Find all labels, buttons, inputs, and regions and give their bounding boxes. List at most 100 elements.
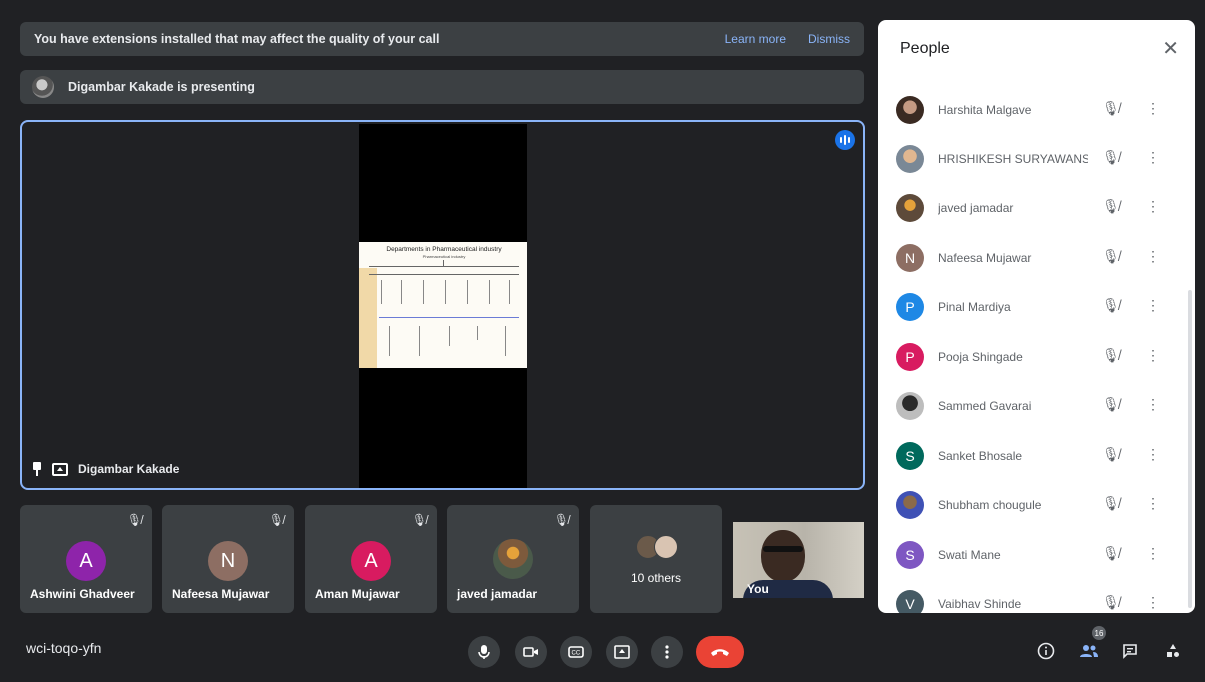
mic-off-icon: 🎙︎̸ <box>1102 545 1120 561</box>
more-vert-icon[interactable]: ⋮ <box>1146 248 1160 265</box>
list-item[interactable]: V Vaibhav Shinde 🎙︎̸ ⋮ <box>878 584 1183 613</box>
bottom-bar: wci-toqo-yfn CC 16 <box>0 622 1205 682</box>
list-item[interactable]: Harshita Malgave 🎙︎̸ ⋮ <box>878 90 1183 130</box>
meeting-code: wci-toqo-yfn <box>26 640 102 656</box>
people-panel: People ✕ Harshita Malgave 🎙︎̸ ⋮ HRISHIKESH… <box>878 20 1195 613</box>
avatar: A <box>66 541 106 581</box>
meeting-details-button[interactable] <box>1033 638 1059 664</box>
person-name: Pooja Shingade <box>938 350 1023 364</box>
slide-blue-line <box>379 317 519 318</box>
mic-icon <box>478 645 490 659</box>
mic-off-icon: 🎙︎̸ <box>1102 446 1120 462</box>
more-options-button[interactable] <box>651 636 683 668</box>
extensions-warning-banner: You have extensions installed that may a… <box>20 22 864 56</box>
mic-off-icon: 🎙︎̸ <box>553 513 569 527</box>
captions-button[interactable]: CC <box>560 636 592 668</box>
list-item[interactable]: P Pinal Mardiya 🎙︎̸ ⋮ <box>878 287 1183 327</box>
more-vert-icon[interactable]: ⋮ <box>1146 545 1160 562</box>
close-icon[interactable]: ✕ <box>1162 36 1179 61</box>
avatar: N <box>896 244 924 272</box>
mic-off-icon: 🎙︎̸ <box>1102 100 1120 116</box>
chat-button[interactable] <box>1117 638 1143 664</box>
list-item[interactable]: N Nafeesa Mujawar 🎙︎̸ ⋮ <box>878 238 1183 278</box>
mic-off-icon: 🎙︎̸ <box>126 513 142 527</box>
list-item[interactable]: javed jamadar 🎙︎̸ ⋮ <box>878 188 1183 228</box>
more-vert-icon[interactable]: ⋮ <box>1146 594 1160 611</box>
slide-title: Departments in Pharmaceutical industry <box>386 246 502 253</box>
more-vert-icon[interactable]: ⋮ <box>1146 198 1160 215</box>
slide-block <box>467 280 477 304</box>
more-vert-icon[interactable]: ⋮ <box>1146 396 1160 413</box>
slide-block <box>509 280 519 304</box>
more-vert-icon <box>665 645 669 659</box>
participant-name: Nafeesa Mujawar <box>172 587 270 601</box>
slide-block <box>449 326 459 346</box>
avatar: V <box>896 590 924 613</box>
list-item[interactable]: HRISHIKESH SURYAWANS... 🎙︎̸ ⋮ <box>878 139 1183 179</box>
leave-call-button[interactable] <box>696 636 744 668</box>
person-name: Sanket Bhosale <box>938 449 1023 463</box>
list-item[interactable]: Shubham chougule 🎙︎̸ ⋮ <box>878 485 1183 525</box>
pin-icon[interactable] <box>32 462 42 476</box>
panel-title: People <box>900 40 950 57</box>
mic-off-icon: 🎙︎̸ <box>1102 347 1120 363</box>
person-name: Sammed Gavarai <box>938 399 1032 413</box>
more-vert-icon[interactable]: ⋮ <box>1146 347 1160 364</box>
slide-block <box>381 280 391 304</box>
presenting-bar: Digambar Kakade is presenting <box>20 70 864 104</box>
activities-icon <box>1167 644 1179 657</box>
avatar: S <box>896 541 924 569</box>
avatar: P <box>896 293 924 321</box>
dismiss-button[interactable]: Dismiss <box>808 32 850 46</box>
banner-message: You have extensions installed that may a… <box>34 32 440 46</box>
presenter-name: Digambar Kakade <box>78 462 180 476</box>
captions-icon: CC <box>568 646 584 658</box>
more-vert-icon[interactable]: ⋮ <box>1146 149 1160 166</box>
list-item[interactable]: P Pooja Shingade 🎙︎̸ ⋮ <box>878 337 1183 377</box>
camera-button[interactable] <box>515 636 547 668</box>
mic-off-icon: 🎙︎̸ <box>1102 594 1120 610</box>
avatar <box>896 491 924 519</box>
others-count: 10 others <box>630 571 682 585</box>
camera-icon <box>523 647 538 657</box>
avatar: A <box>351 541 391 581</box>
mic-off-icon: 🎙︎̸ <box>268 513 284 527</box>
more-vert-icon[interactable]: ⋮ <box>1146 297 1160 314</box>
more-vert-icon[interactable]: ⋮ <box>1146 495 1160 512</box>
people-button[interactable] <box>1076 638 1102 664</box>
mic-button[interactable] <box>468 636 500 668</box>
slide-block <box>505 326 515 356</box>
list-item[interactable]: S Sanket Bhosale 🎙︎̸ ⋮ <box>878 436 1183 476</box>
more-vert-icon[interactable]: ⋮ <box>1146 446 1160 463</box>
slide-block <box>477 326 487 340</box>
more-vert-icon[interactable]: ⋮ <box>1146 100 1160 117</box>
others-tile[interactable]: 10 others <box>590 505 722 613</box>
hang-up-icon <box>711 649 729 656</box>
main-stage[interactable]: Departments in Pharmaceutical industry P… <box>20 120 865 490</box>
avatar <box>896 96 924 124</box>
slide-connector <box>369 266 519 267</box>
shared-screen: Departments in Pharmaceutical industry P… <box>359 124 527 488</box>
slide-side-bar <box>359 268 377 368</box>
stage-label: Digambar Kakade <box>32 462 179 476</box>
list-item[interactable]: Sammed Gavarai 🎙︎̸ ⋮ <box>878 386 1183 426</box>
self-view-tile[interactable]: You <box>733 522 864 598</box>
avatar: P <box>896 343 924 371</box>
participant-tile[interactable]: 🎙︎̸ A Ashwini Ghadveer <box>20 505 152 613</box>
person-name: Shubham chougule <box>938 498 1042 512</box>
slide-connector <box>369 274 519 275</box>
participant-tile[interactable]: 🎙︎̸ javed jamadar <box>447 505 579 613</box>
avatar: S <box>896 442 924 470</box>
others-avatars <box>632 535 682 561</box>
person-name: javed jamadar <box>938 201 1014 215</box>
learn-more-link[interactable]: Learn more <box>725 32 786 46</box>
person-name: Pinal Mardiya <box>938 300 1011 314</box>
svg-text:CC: CC <box>572 651 581 657</box>
panel-scrollbar[interactable] <box>1188 290 1192 608</box>
present-button[interactable] <box>606 636 638 668</box>
participant-tile[interactable]: 🎙︎̸ A Aman Mujawar <box>305 505 437 613</box>
activities-button[interactable] <box>1160 638 1186 664</box>
participant-tile[interactable]: 🎙︎̸ N Nafeesa Mujawar <box>162 505 294 613</box>
person-name: Swati Mane <box>938 548 1001 562</box>
list-item[interactable]: S Swati Mane 🎙︎̸ ⋮ <box>878 535 1183 575</box>
